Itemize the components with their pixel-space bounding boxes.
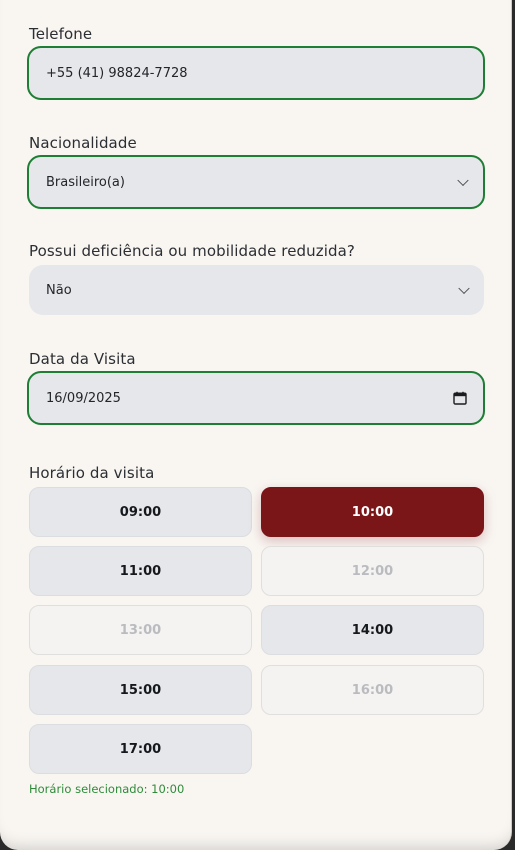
- visit-date-field-group: Data da Visita 16/09/2025: [27, 350, 485, 425]
- disability-select[interactable]: Não: [29, 265, 484, 315]
- nationality-field-group: Nacionalidade Brasileiro(a): [27, 134, 485, 209]
- disability-label: Possui deficiência ou mobilidade reduzid…: [29, 242, 355, 260]
- nationality-select[interactable]: Brasileiro(a): [27, 155, 485, 209]
- visit-time-label: Horário da visita: [29, 464, 155, 482]
- chevron-down-icon: [458, 282, 470, 295]
- visit-date-label: Data da Visita: [29, 350, 136, 368]
- phone-label: Telefone: [29, 25, 93, 43]
- time-slot-1600: 16:00: [261, 665, 484, 715]
- time-slot-0900[interactable]: 09:00: [29, 487, 252, 537]
- visit-time-field-group: Horário da visita: [29, 464, 484, 482]
- visit-date-value: 16/09/2025: [46, 390, 121, 406]
- time-slot-1200: 12:00: [261, 546, 484, 596]
- time-slot-1300: 13:00: [29, 605, 252, 655]
- nationality-label: Nacionalidade: [29, 134, 137, 152]
- calendar-icon[interactable]: [453, 391, 467, 405]
- disability-field-group: Possui deficiência ou mobilidade reduzid…: [29, 242, 484, 315]
- phone-value: +55 (41) 98824-7728: [46, 65, 188, 81]
- time-slot-1000[interactable]: 10:00: [261, 487, 484, 537]
- time-slot-1500[interactable]: 15:00: [29, 665, 252, 715]
- time-slot-1400[interactable]: 14:00: [261, 605, 484, 655]
- selected-time-confirmation: Horário selecionado: 10:00: [29, 782, 185, 796]
- nationality-value: Brasileiro(a): [46, 174, 125, 190]
- disability-value: Não: [46, 282, 72, 298]
- phone-input[interactable]: +55 (41) 98824-7728: [27, 46, 485, 100]
- time-slot-1700[interactable]: 17:00: [29, 724, 252, 774]
- chevron-down-icon: [457, 174, 469, 187]
- time-slot-1100[interactable]: 11:00: [29, 546, 252, 596]
- phone-field-group: Telefone +55 (41) 98824-7728: [27, 25, 485, 100]
- booking-form-panel: Telefone +55 (41) 98824-7728 Nacionalida…: [0, 0, 512, 850]
- visit-date-input[interactable]: 16/09/2025: [27, 371, 485, 425]
